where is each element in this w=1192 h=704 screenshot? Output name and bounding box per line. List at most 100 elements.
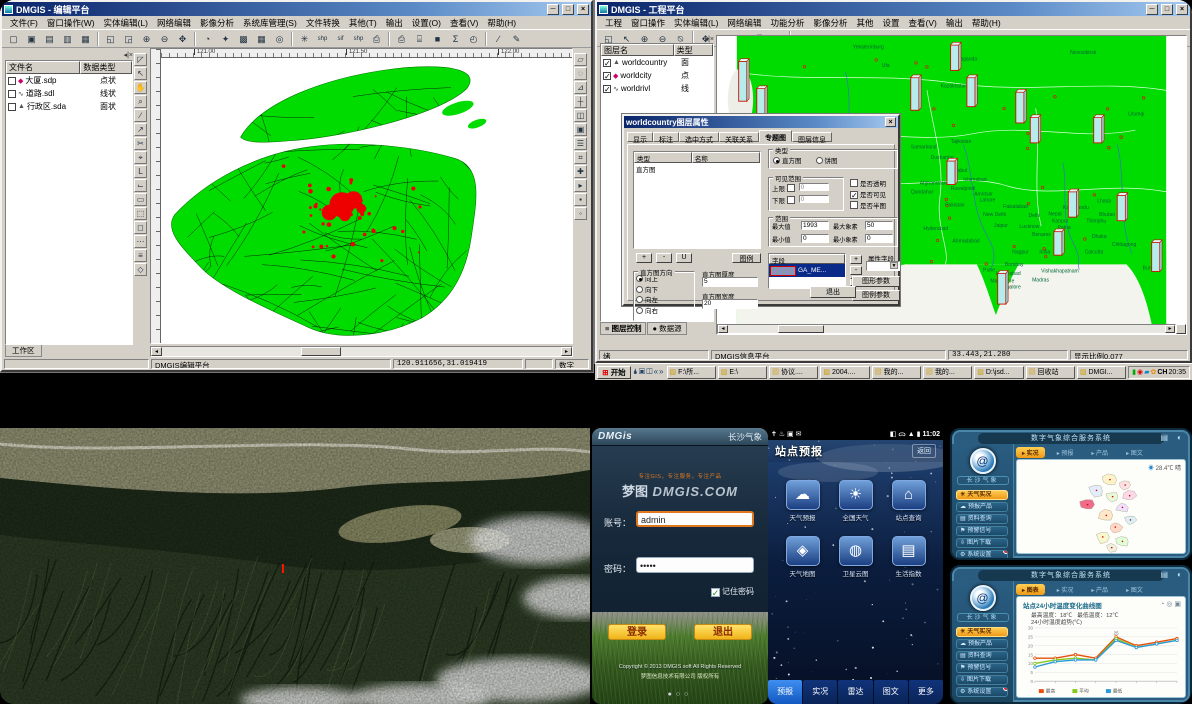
content-tab-0[interactable]: ▸ 实况 bbox=[1016, 447, 1045, 458]
taskbar-task[interactable]: ▨ F:\所... bbox=[667, 366, 716, 379]
slash-icon[interactable]: ∕ bbox=[490, 31, 507, 46]
print2-icon[interactable]: ⎙ bbox=[393, 31, 410, 46]
menu-item[interactable]: 窗口操作 bbox=[627, 17, 669, 29]
zoom-in-icon[interactable]: ⊕ bbox=[138, 31, 155, 46]
map-hscrollbar[interactable]: ◂ ▸ bbox=[717, 324, 1176, 334]
tool-button[interactable]: ◸ bbox=[134, 53, 147, 66]
tool-button[interactable]: ◻ bbox=[134, 221, 147, 234]
open-folder2-icon[interactable]: ◲ bbox=[120, 31, 137, 46]
upper-field[interactable]: 0 bbox=[799, 183, 829, 191]
minimize-button[interactable]: ─ bbox=[1146, 4, 1158, 15]
menu-item[interactable]: 功能分析 bbox=[766, 17, 808, 29]
update-button[interactable]: U bbox=[676, 253, 692, 263]
district-region[interactable] bbox=[1110, 523, 1123, 533]
sidebar-item-2[interactable]: ▤资料查询 bbox=[956, 514, 1008, 524]
tool-button[interactable]: ▭ bbox=[134, 193, 147, 206]
app-shortcut[interactable]: ▤生活指数 bbox=[882, 536, 935, 578]
max-field[interactable]: 1993 bbox=[801, 221, 829, 230]
add-button[interactable]: + bbox=[636, 253, 652, 263]
open-folder-icon[interactable]: ◱ bbox=[102, 31, 119, 46]
tool-button[interactable]: ▸ bbox=[574, 179, 587, 192]
panel-tab-datasource[interactable]: ● 数据源 bbox=[647, 322, 686, 335]
row-checkbox[interactable]: ✓ bbox=[603, 72, 611, 80]
station-query-icon[interactable]: ⌂ bbox=[892, 480, 926, 510]
map-view-icons[interactable]: ◔ ◎ ▣ bbox=[1160, 600, 1181, 608]
tool-button[interactable]: ↖ bbox=[134, 67, 147, 80]
zoom-out-icon[interactable]: ⊖ bbox=[156, 31, 173, 46]
menu-item[interactable]: 系统库管理(S) bbox=[239, 17, 301, 29]
row-checkbox[interactable]: ✓ bbox=[603, 85, 611, 93]
tool-button[interactable]: ▱ bbox=[574, 53, 587, 66]
temperature-line-chart[interactable]: 05101520253025最高平均最低 bbox=[1017, 624, 1185, 697]
district-region[interactable] bbox=[1089, 485, 1103, 497]
nav-tab-1[interactable]: 实况 bbox=[803, 680, 837, 704]
attr-field-dropdown[interactable]: ▼ bbox=[866, 261, 900, 271]
field-add-button[interactable]: + bbox=[850, 255, 862, 264]
sidebar-item-1[interactable]: ☁预报产品 bbox=[956, 502, 1008, 512]
dialog-tab-0[interactable]: 显示 bbox=[627, 132, 653, 142]
workspace-tab[interactable]: 工作区 bbox=[5, 345, 42, 357]
folder-icon[interactable]: ▤ bbox=[1160, 433, 1168, 442]
app-shortcut[interactable]: ☁天气预报 bbox=[776, 480, 829, 522]
table-row[interactable]: ✓▲worldcountry面 bbox=[601, 56, 713, 69]
menu-item[interactable]: 工程 bbox=[601, 17, 626, 29]
district-region[interactable] bbox=[1098, 509, 1112, 520]
app-shortcut[interactable]: ☀全国天气 bbox=[829, 480, 882, 522]
close-button[interactable]: × bbox=[1176, 4, 1188, 15]
system-tray[interactable]: ▮◉▰✿ CH 20:35 bbox=[1128, 366, 1190, 379]
sidebar-item-0[interactable]: ☀天气实况 bbox=[956, 490, 1008, 500]
direction-radio[interactable]: 向下 bbox=[636, 286, 692, 297]
tool-button[interactable]: ✂ bbox=[134, 137, 147, 150]
district-region[interactable] bbox=[1096, 533, 1109, 544]
tool-button[interactable]: Ｌ bbox=[134, 165, 147, 178]
file-col-type[interactable]: 数据类型 bbox=[80, 61, 132, 74]
row-checkbox[interactable] bbox=[8, 77, 16, 85]
tool-button[interactable]: ⋯ bbox=[134, 235, 147, 248]
menu-item[interactable]: 其他(T) bbox=[345, 17, 381, 29]
editor-titlebar[interactable]: DMGIS - 编辑平台 ─ □ × bbox=[2, 2, 591, 16]
dialog-tab-3[interactable]: 关联关系 bbox=[719, 132, 759, 142]
clock-icon[interactable]: ◴ bbox=[465, 31, 482, 46]
app-shortcut[interactable]: ◈天气地图 bbox=[776, 536, 829, 578]
content-tab-2[interactable]: ▸ 产品 bbox=[1085, 584, 1114, 595]
min-px-field[interactable]: 0 bbox=[865, 234, 893, 243]
sidebar-item-4[interactable]: ⇩图片下载 bbox=[956, 538, 1008, 548]
row-checkbox[interactable] bbox=[8, 103, 16, 111]
tool-button[interactable]: ┼ bbox=[574, 95, 587, 108]
grid-icon[interactable]: ▦ bbox=[253, 31, 270, 46]
menu-item[interactable]: 设置 bbox=[878, 17, 903, 29]
nav-tab-2[interactable]: 雷达 bbox=[838, 680, 872, 704]
district-region[interactable] bbox=[1106, 493, 1118, 502]
tool-button[interactable]: ↗ bbox=[134, 123, 147, 136]
dlg-table-row[interactable]: 直方图 bbox=[634, 163, 760, 175]
dialog-checkbox[interactable]: 是否透明 bbox=[850, 179, 900, 190]
menu-item[interactable]: 网络编辑 bbox=[153, 17, 195, 29]
nav-tab-4[interactable]: 更多 bbox=[909, 680, 943, 704]
row-checkbox[interactable] bbox=[8, 90, 16, 98]
start-button[interactable]: ⊞ 开始 bbox=[597, 366, 631, 379]
tool-button[interactable]: ▣ bbox=[574, 123, 587, 136]
type-radio[interactable]: 饼图 bbox=[816, 155, 838, 165]
taskbar-task[interactable]: ▨ 我的... bbox=[872, 366, 921, 379]
sidebar-item-1[interactable]: ☁预报产品 bbox=[956, 639, 1008, 649]
content-tab-2[interactable]: ▸ 产品 bbox=[1085, 447, 1114, 458]
menu-item[interactable]: 查看(V) bbox=[446, 17, 482, 29]
type-radio[interactable]: 直方图 bbox=[773, 155, 802, 165]
weather-map-icon[interactable]: ◈ bbox=[786, 536, 820, 566]
app-shortcut[interactable]: ⌂站点查询 bbox=[882, 480, 935, 522]
doc-icon[interactable]: ▤ bbox=[41, 31, 58, 46]
app-shortcut[interactable]: ◍卫星云图 bbox=[829, 536, 882, 578]
menu-item[interactable]: 其他 bbox=[852, 17, 877, 29]
stop-icon[interactable]: ■ bbox=[429, 31, 446, 46]
info-icon[interactable]: ◐ bbox=[1177, 433, 1182, 442]
taskbar-task[interactable]: ▨ DMGI... bbox=[1077, 366, 1126, 379]
remember-row[interactable]: ✓ 记住密码 bbox=[711, 586, 754, 597]
content-tab-1[interactable]: ▸ 实况 bbox=[1051, 584, 1080, 595]
map-hscrollbar[interactable]: ◂ ▸ bbox=[150, 346, 573, 357]
menu-item[interactable]: 帮助(H) bbox=[483, 17, 520, 29]
menu-item[interactable]: 文件转换 bbox=[302, 17, 344, 29]
img-icon[interactable]: ⌸ bbox=[411, 31, 428, 46]
taskbar-task[interactable]: ▨ 协议.... bbox=[769, 366, 818, 379]
tool-button[interactable]: ⊿ bbox=[574, 81, 587, 94]
sum-icon[interactable]: Σ bbox=[447, 31, 464, 46]
